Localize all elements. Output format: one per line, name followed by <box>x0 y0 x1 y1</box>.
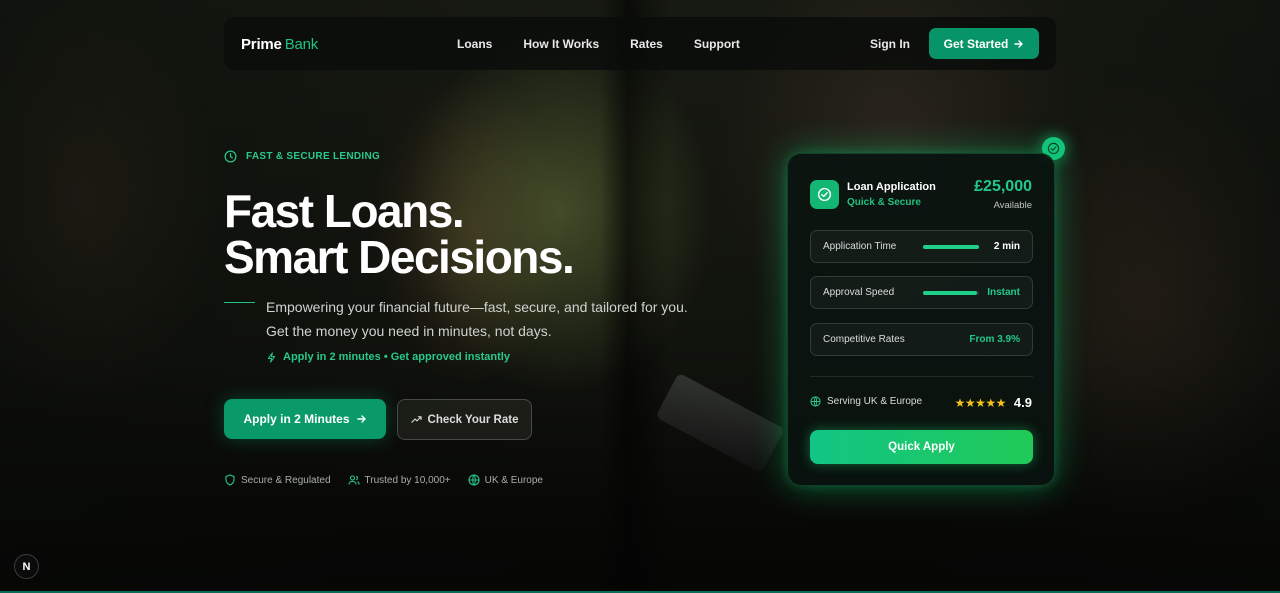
trust-item-region: UK & Europe <box>468 474 543 486</box>
card-title: Loan Application <box>847 181 936 193</box>
eyebrow: FAST & SECURE LENDING <box>224 150 380 163</box>
clock-icon <box>224 150 237 163</box>
check-circle-icon <box>1047 142 1060 155</box>
eyebrow-text: FAST & SECURE LENDING <box>246 151 381 162</box>
progress-bar <box>923 245 979 249</box>
progress-bar-fill <box>923 291 978 295</box>
check-circle-icon <box>817 187 832 202</box>
sign-in-link[interactable]: Sign In <box>870 37 910 51</box>
logo-light: Bank <box>284 36 319 53</box>
trending-up-icon <box>410 416 422 423</box>
rating: ★★★★★ 4.9 <box>955 395 1032 410</box>
trust-secure-text: Secure & Regulated <box>241 474 331 486</box>
users-icon <box>347 475 360 485</box>
quick-apply-button[interactable]: Quick Apply <box>810 430 1033 464</box>
serving-region: Serving UK & Europe <box>810 396 922 407</box>
card-subtitle: Quick & Secure <box>847 197 921 208</box>
trust-users-text: Trusted by 10,000+ <box>364 474 451 486</box>
headline-line-1: Fast Loans. <box>224 185 465 237</box>
subtitle-rule <box>224 302 255 303</box>
logo[interactable]: Prime Bank <box>241 36 318 53</box>
progress-bar-fill <box>923 245 979 249</box>
get-started-button[interactable]: Get Started <box>929 28 1039 59</box>
stat-value: 2 min <box>993 241 1020 252</box>
nav-links: Loans How It Works Rates Support <box>457 37 740 51</box>
next-dev-badge[interactable]: N <box>14 554 39 579</box>
hero-subnote-text: Apply in 2 minutes • Get approved instan… <box>283 351 510 363</box>
card-amount-label: Available <box>993 200 1032 211</box>
stat-value: Instant <box>987 287 1020 298</box>
serving-text: Serving UK & Europe <box>827 396 923 407</box>
check-rate-button[interactable]: Check Your Rate <box>397 399 532 440</box>
stat-value: From 3.9% <box>969 334 1020 345</box>
globe-icon <box>468 474 480 486</box>
navbar: Prime Bank Loans How It Works Rates Suppo… <box>224 17 1056 70</box>
apply-button-label: Apply in 2 Minutes <box>243 412 350 426</box>
stat-application-time: Application Time 2 min <box>810 230 1033 263</box>
trust-item-secure: Secure & Regulated <box>224 474 331 486</box>
check-rate-label: Check Your Rate <box>427 413 519 426</box>
stat-competitive-rates: Competitive Rates From 3.9% <box>810 323 1033 356</box>
nav-link-how-it-works[interactable]: How It Works <box>523 37 599 51</box>
get-started-label: Get Started <box>943 36 1009 51</box>
globe-icon <box>810 396 821 407</box>
rating-value: 4.9 <box>1013 395 1032 410</box>
lightning-icon <box>267 351 276 363</box>
trust-item-users: Trusted by 10,000+ <box>347 474 451 486</box>
stat-label: Application Time <box>823 241 897 252</box>
nav-link-loans[interactable]: Loans <box>457 37 492 51</box>
hero-subnote: Apply in 2 minutes • Get approved instan… <box>266 351 510 363</box>
stat-approval-speed: Approval Speed Instant <box>810 276 1033 309</box>
nav-link-rates[interactable]: Rates <box>630 37 663 51</box>
card-amount: £25,000 <box>974 178 1032 195</box>
trust-region-text: UK & Europe <box>484 474 543 486</box>
headline-line-2: Smart Decisions. <box>224 231 575 283</box>
arrow-right-icon <box>1014 39 1024 48</box>
card-icon-badge <box>810 180 839 209</box>
card-divider <box>810 376 1033 377</box>
star-rating-icon: ★★★★★ <box>954 395 1007 410</box>
logo-bold: Prime <box>241 36 282 53</box>
arrow-right-icon <box>356 415 366 423</box>
hero-subtitle: Empowering your financial future—fast, s… <box>266 299 688 339</box>
shield-icon <box>225 474 235 486</box>
apply-button[interactable]: Apply in 2 Minutes <box>224 399 386 439</box>
trust-row: Secure & Regulated Trusted by 10,000+ UK… <box>224 474 543 486</box>
progress-bar <box>923 291 979 295</box>
stat-label: Approval Speed <box>823 287 895 298</box>
headline: Fast Loans. Smart Decisions. <box>224 185 575 283</box>
stat-label: Competitive Rates <box>823 334 905 345</box>
loan-application-card: Loan Application Quick & Secure £25,000 … <box>787 153 1055 486</box>
nav-link-support[interactable]: Support <box>694 37 740 51</box>
